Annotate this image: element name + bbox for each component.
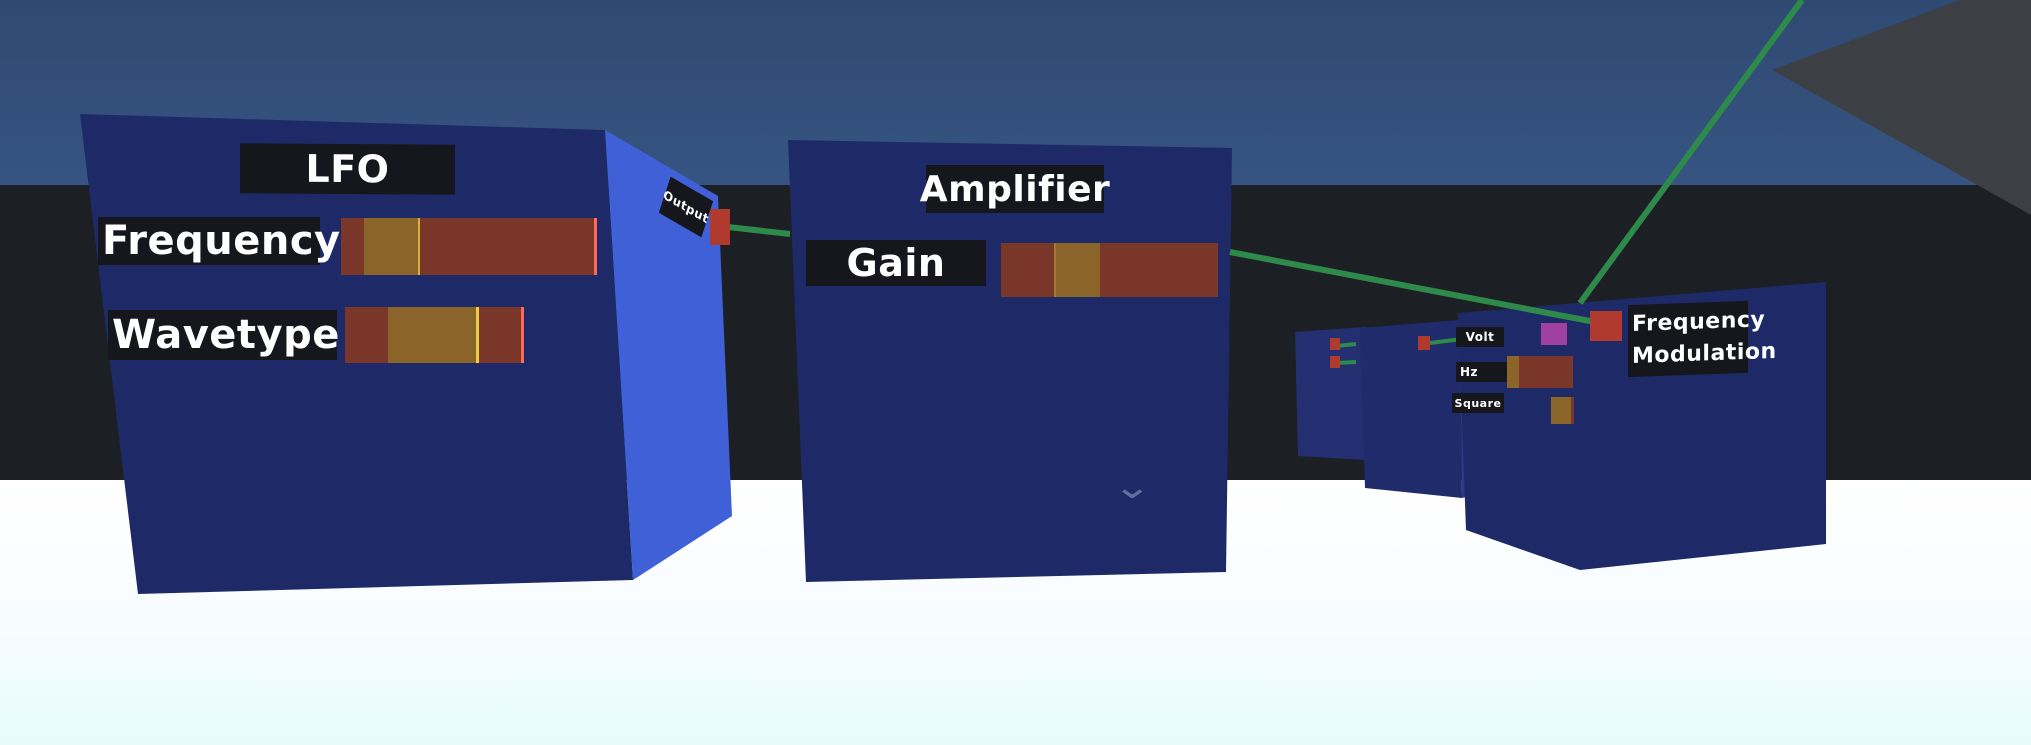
magenta-port[interactable]	[1541, 323, 1567, 345]
oscillator-hz-slider[interactable]	[1507, 356, 1573, 388]
amplifier-gain-knob[interactable]	[1053, 243, 1100, 297]
oscillator-square-label: Square	[1452, 393, 1504, 413]
cable-amplifier-to-oscillator	[1229, 249, 1596, 325]
lfo-output-port[interactable]	[710, 209, 730, 245]
small-port-2[interactable]	[1330, 356, 1340, 368]
lfo-wavetype-slider[interactable]	[345, 307, 524, 363]
lfo-frequency-label: Frequency	[98, 217, 340, 265]
chevron-down-icon[interactable]: ⌄	[1112, 470, 1152, 504]
lfo-wavetype-knob[interactable]	[387, 307, 479, 363]
cable-lfo-to-amplifier	[727, 224, 791, 237]
amplifier-title: Amplifier	[920, 165, 1110, 213]
cable-to-far-target	[1577, 0, 1805, 305]
oscillator-hz-label: Hz	[1456, 362, 1508, 382]
lfo-title: LFO	[240, 143, 455, 195]
small-port-3[interactable]	[1418, 336, 1430, 350]
lfo-frequency-knob[interactable]	[363, 218, 420, 275]
small-module-mid	[1360, 320, 1462, 498]
lfo-wavetype-label: Wavetype	[108, 310, 339, 360]
frequency-modulation-port[interactable]	[1590, 311, 1622, 341]
far-object-shape	[1772, 0, 2031, 215]
oscillator-hz-knob[interactable]	[1507, 356, 1519, 388]
amplifier-gain-label: Gain	[806, 240, 986, 286]
small-port-1[interactable]	[1330, 338, 1340, 350]
frequency-modulation-label: Frequency Modulation	[1628, 300, 1777, 378]
oscillator-volt-label: Volt	[1456, 327, 1504, 347]
amplifier-gain-slider[interactable]	[1001, 243, 1218, 297]
oscillator-square-knob[interactable]	[1551, 397, 1574, 424]
lfo-frequency-slider[interactable]	[341, 218, 597, 275]
